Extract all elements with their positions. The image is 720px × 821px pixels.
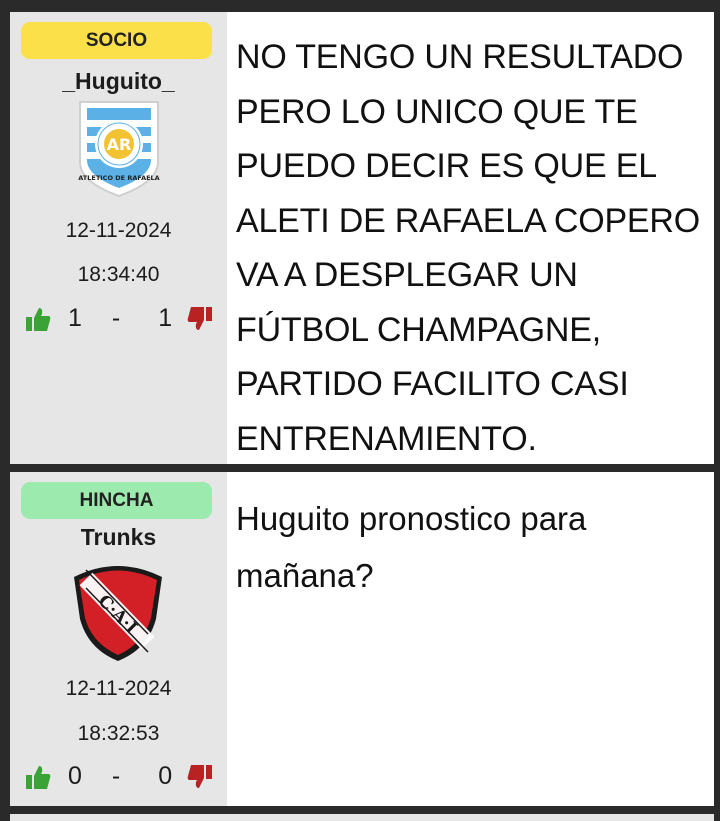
- post-date: 12-11-2024: [65, 677, 172, 700]
- crest-ring-text: ATLETICO DE RAFAELA: [78, 174, 159, 182]
- author-panel: SOCIO _Huguito_ AR ATLETICO DE RAFAELA 1…: [10, 12, 227, 464]
- thumbs-down-icon[interactable]: [186, 763, 214, 791]
- like-count: 1: [68, 304, 82, 332]
- role-badge: HINCHA: [21, 482, 212, 519]
- comment-feed: SOCIO _Huguito_ AR ATLETICO DE RAFAELA 1…: [0, 0, 720, 821]
- like-count: 0: [68, 762, 82, 790]
- dislike-count: 0: [158, 762, 173, 790]
- message-panel: Huguito pronostico para mañana?: [227, 472, 714, 806]
- author-panel: HINCHA Trunks C·A·I 12-11-2024 18:32:53 …: [10, 472, 227, 806]
- thumbs-up-icon[interactable]: [24, 305, 52, 333]
- message-panel: NO TENGO UN RESULTADO PERO LO UNICO QUE …: [227, 12, 714, 464]
- crest-initials: AR: [107, 135, 132, 154]
- independiente-crest-icon: C·A·I: [74, 566, 162, 661]
- message-text: NO TENGO UN RESULTADO PERO LO UNICO QUE …: [236, 38, 700, 458]
- dislike-count: 1: [158, 304, 173, 332]
- username[interactable]: Trunks: [10, 524, 227, 551]
- role-badge: SOCIO: [21, 22, 212, 59]
- vote-bar: 1 - 1: [24, 304, 217, 333]
- vote-bar: 0 - 0: [24, 762, 217, 791]
- thumbs-down-icon[interactable]: [186, 305, 214, 333]
- thumbs-up-icon[interactable]: [24, 763, 52, 791]
- username[interactable]: _Huguito_: [10, 68, 227, 95]
- vote-separator: -: [111, 304, 121, 332]
- message-text: Huguito pronostico para mañana?: [236, 500, 587, 594]
- post-time: 18:32:53: [77, 722, 160, 745]
- atletico-de-rafaela-crest-icon: AR ATLETICO DE RAFAELA: [78, 101, 160, 198]
- next-post-edge: [10, 814, 714, 821]
- comment-post: HINCHA Trunks C·A·I 12-11-2024 18:32:53 …: [10, 472, 714, 806]
- comment-post: SOCIO _Huguito_ AR ATLETICO DE RAFAELA 1…: [10, 12, 714, 464]
- post-time: 18:34:40: [77, 263, 160, 286]
- vote-separator: -: [111, 762, 121, 790]
- post-date: 12-11-2024: [65, 219, 172, 242]
